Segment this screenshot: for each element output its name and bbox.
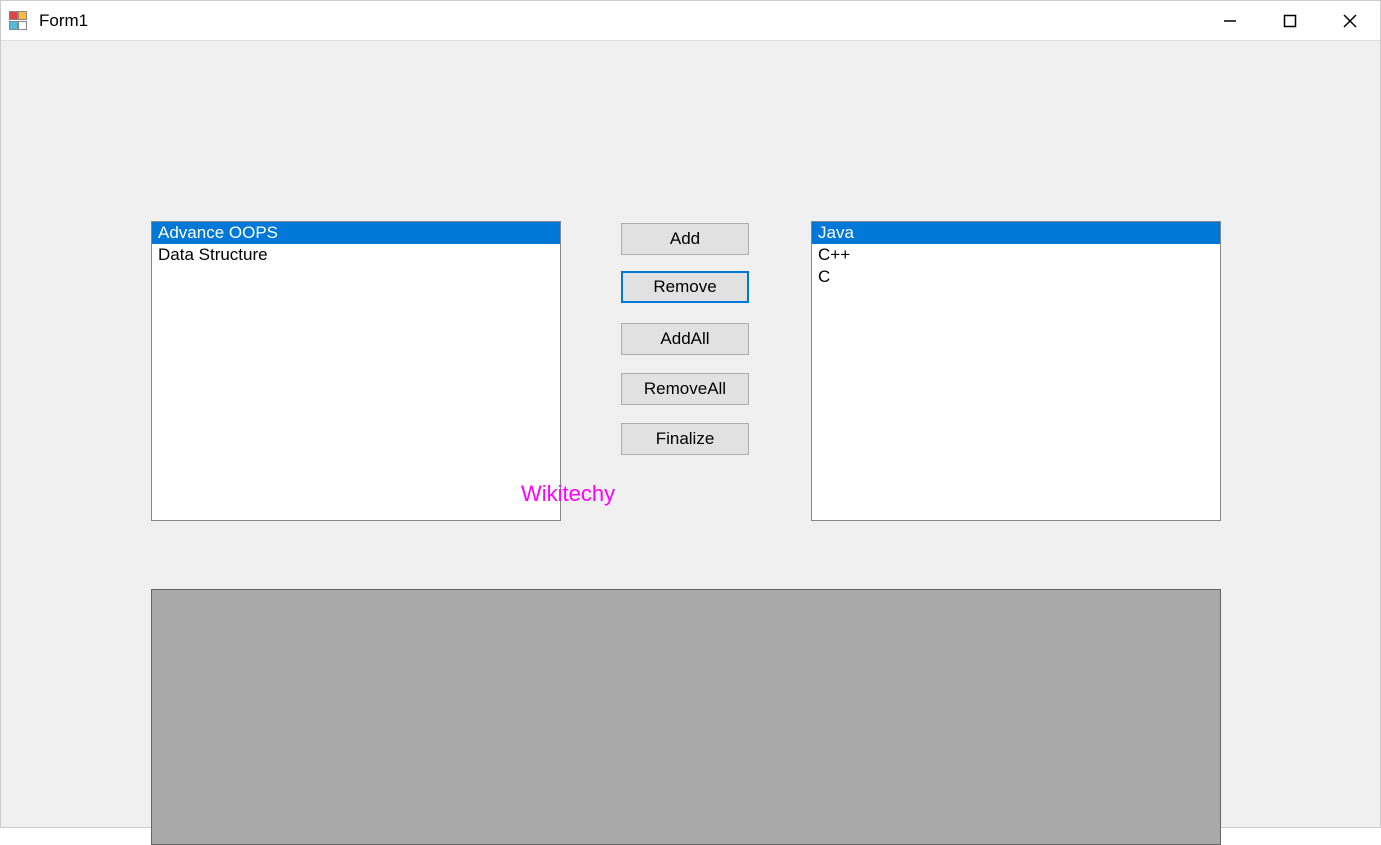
destination-listbox[interactable]: JavaC++C bbox=[811, 221, 1221, 521]
add-all-button[interactable]: AddAll bbox=[621, 323, 749, 355]
maximize-button[interactable] bbox=[1260, 1, 1320, 40]
list-item[interactable]: Java bbox=[812, 222, 1220, 244]
add-button[interactable]: Add bbox=[621, 223, 749, 255]
watermark-label: Wikitechy bbox=[521, 481, 615, 507]
close-button[interactable] bbox=[1320, 1, 1380, 40]
remove-all-button[interactable]: RemoveAll bbox=[621, 373, 749, 405]
app-window: Form1 Advance OOPSData Structure Add Rem… bbox=[0, 0, 1381, 828]
source-listbox[interactable]: Advance OOPSData Structure bbox=[151, 221, 561, 521]
list-item[interactable]: Advance OOPS bbox=[152, 222, 560, 244]
remove-button[interactable]: Remove bbox=[621, 271, 749, 303]
list-item[interactable]: C bbox=[812, 266, 1220, 288]
app-icon bbox=[9, 11, 29, 31]
finalize-button[interactable]: Finalize bbox=[621, 423, 749, 455]
window-controls bbox=[1200, 1, 1380, 40]
client-area: Advance OOPSData Structure Add Remove Ad… bbox=[1, 41, 1380, 827]
data-grid-panel[interactable] bbox=[151, 589, 1221, 845]
window-title: Form1 bbox=[39, 11, 88, 31]
minimize-button[interactable] bbox=[1200, 1, 1260, 40]
list-item[interactable]: Data Structure bbox=[152, 244, 560, 266]
list-item[interactable]: C++ bbox=[812, 244, 1220, 266]
titlebar[interactable]: Form1 bbox=[1, 1, 1380, 41]
